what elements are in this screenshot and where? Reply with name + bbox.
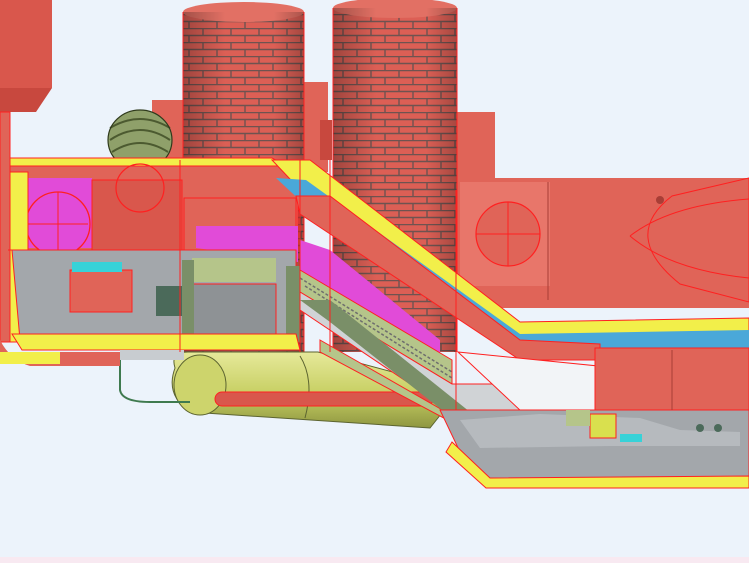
platform-tunnel-lower xyxy=(439,409,749,489)
station-box-interior xyxy=(11,249,301,360)
viewport-status-strip xyxy=(0,557,749,563)
3d-model-viewport[interactable] xyxy=(0,0,749,563)
tunnel-clash-model-scene[interactable] xyxy=(0,0,749,557)
equipment-room-red xyxy=(69,269,133,313)
cyan-equipment xyxy=(72,262,122,272)
